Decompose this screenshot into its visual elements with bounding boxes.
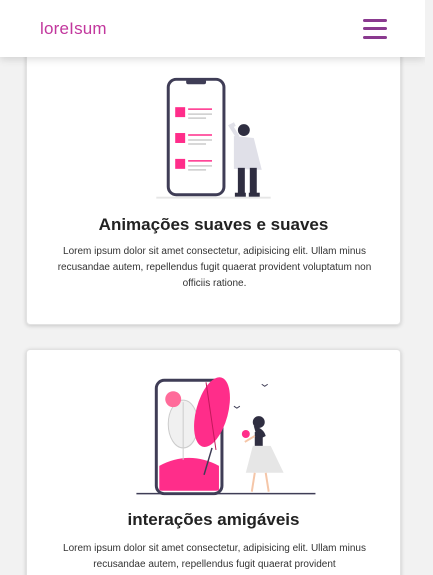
card-title: interações amigáveis: [127, 510, 300, 529]
site-logo[interactable]: loreIsum: [40, 19, 107, 39]
card-description: Lorem ipsum dolor sit amet consectetur, …: [57, 246, 372, 289]
scrollbar[interactable]: [425, 0, 433, 575]
page: loreIsum Animações suaves e suaves Lorem…: [0, 0, 433, 575]
feature-card: interações amigáveis Lorem ipsum dolor s…: [26, 349, 401, 575]
woman-with-phone-plants-illustration: [136, 377, 316, 496]
feature-card: Animações suaves e suaves Lorem ipsum do…: [26, 28, 401, 325]
hamburger-menu-icon[interactable]: [363, 18, 387, 39]
card-title: Animações suaves e suaves: [98, 215, 329, 234]
card-description: Lorem ipsum dolor sit amet consectetur, …: [63, 543, 366, 570]
top-nav-bar: loreIsum: [0, 0, 425, 57]
person-with-phone-list-illustration: [156, 77, 271, 199]
